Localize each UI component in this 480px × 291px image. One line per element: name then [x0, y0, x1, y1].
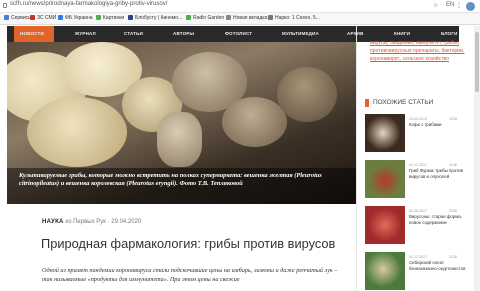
bookmark-item[interactable]: Блобусту | Кинемо... [128, 14, 182, 23]
article-date: 02.06.2017 [409, 209, 427, 213]
page-title: Природная фармакология: грибы против вир… [41, 236, 336, 251]
heading-accent [365, 99, 369, 107]
hero-image: Культивируемые грибы, которые можно встр… [7, 42, 356, 204]
nav-item-articles[interactable]: Статьи [124, 31, 143, 36]
bookmark-item[interactable]: Нарко: 1 Сезон, 5... [268, 14, 320, 23]
star-icon[interactable]: ☆ [433, 2, 438, 9]
mushroom-shape [27, 97, 127, 167]
article-date: 24.04.2019 [409, 117, 427, 121]
page-scrollbar[interactable] [474, 26, 480, 291]
article-link[interactable]: Кофе с грибами [409, 122, 469, 128]
similar-articles-heading: ПОХОЖИЕ СТАТЬИ [365, 98, 469, 110]
url-text[interactable]: scfh.ru/news/prirodnaya-farmakologiya-gr… [10, 1, 167, 7]
bookmark-item[interactable]: ЗС СМИ [30, 14, 56, 23]
article-views: 2348 [449, 209, 457, 213]
similar-article-item[interactable]: 01.12.2017 1148 Гриб Фурма: грибы против… [365, 160, 469, 200]
article-link[interactable]: Гриб Фурма: грибы против вирусов и опухо… [409, 168, 469, 179]
lock-icon [3, 3, 7, 8]
bookmark-icon [268, 15, 273, 21]
hero-caption: Культивируемые грибы, которые можно встр… [19, 172, 322, 188]
article-link[interactable]: Вирусоны: старая форма, новое содержание [409, 214, 469, 225]
article-thumbnail[interactable] [365, 160, 405, 198]
bookmark-icon [186, 15, 191, 21]
article-category[interactable]: НАУКА [42, 219, 64, 225]
scrollbar-thumb[interactable] [475, 32, 479, 92]
nav-item-news[interactable]: Новости [20, 31, 44, 36]
article-link[interactable]: Сибирский олеат безнаказанно-окуртонисто… [409, 260, 469, 271]
article-views: 1128 [449, 255, 457, 259]
article-thumbnail[interactable] [365, 252, 405, 290]
bookmark-item[interactable]: Radio Garden [186, 14, 224, 23]
article-date: 01.12.2017 [409, 255, 427, 259]
article-meta: НАУКА из Первых Рук · 29.04.2020 [42, 219, 141, 225]
article-lead: Одной из примет пандемии коронавируса ст… [42, 267, 338, 283]
apps-icon [4, 15, 9, 21]
tag-list[interactable]: вирусы, пандемия, иммунитет, грибы, прот… [370, 39, 470, 63]
bookmark-icon [96, 15, 101, 21]
address-bar[interactable]: scfh.ru/news/prirodnaya-farmakologiya-gr… [0, 0, 480, 13]
bookmark-icon [58, 15, 63, 21]
article-thumbnail[interactable] [365, 206, 405, 244]
hero-caption-band: Культивируемые грибы, которые можно встр… [7, 168, 356, 204]
bookmark-item[interactable]: ФБ Украина [58, 14, 93, 23]
profile-avatar[interactable] [466, 2, 475, 11]
mushroom-shape [277, 67, 337, 122]
mushroom-shape [222, 97, 287, 147]
column-divider [356, 26, 357, 291]
sidebar: вирусы, пандемия, иммунитет, грибы, прот… [362, 26, 472, 291]
nav-item-multimedia[interactable]: Мультимедиа [282, 31, 319, 36]
translate-icon[interactable]: EN [446, 2, 454, 8]
article-views: 1148 [449, 163, 457, 167]
bookmark-icon [30, 15, 35, 21]
nav-item-journal[interactable]: Журнал [75, 31, 96, 36]
article-thumbnail[interactable] [365, 114, 405, 152]
similar-article-item[interactable]: 02.06.2017 2348 Вирусоны: старая форма, … [365, 206, 469, 246]
bookmarks-bar: Сервисы ЗС СМИ ФБ Украина Картинки Блобу… [0, 13, 480, 25]
bookmark-icon [128, 15, 133, 21]
mushroom-shape [157, 112, 202, 167]
nav-item-photos[interactable]: Фотолист [225, 31, 252, 36]
bookmark-item[interactable]: Картинки [96, 14, 124, 23]
similar-article-item[interactable]: 24.04.2019 1236 Кофе с грибами [365, 114, 469, 154]
article-byline: из Первых Рук · 29.04.2020 [65, 219, 142, 225]
bookmark-icon [226, 15, 231, 21]
article-views: 1236 [449, 117, 457, 121]
similar-article-item[interactable]: 01.12.2017 1128 Сибирский олеат безнаказ… [365, 252, 469, 291]
menu-icon[interactable]: ⋮ [456, 2, 462, 9]
nav-item-authors[interactable]: Авторы [173, 31, 194, 36]
article-date: 01.12.2017 [409, 163, 427, 167]
bookmark-item[interactable]: Сервисы [4, 14, 32, 23]
bookmark-item[interactable]: Новая вкладка [226, 14, 267, 23]
